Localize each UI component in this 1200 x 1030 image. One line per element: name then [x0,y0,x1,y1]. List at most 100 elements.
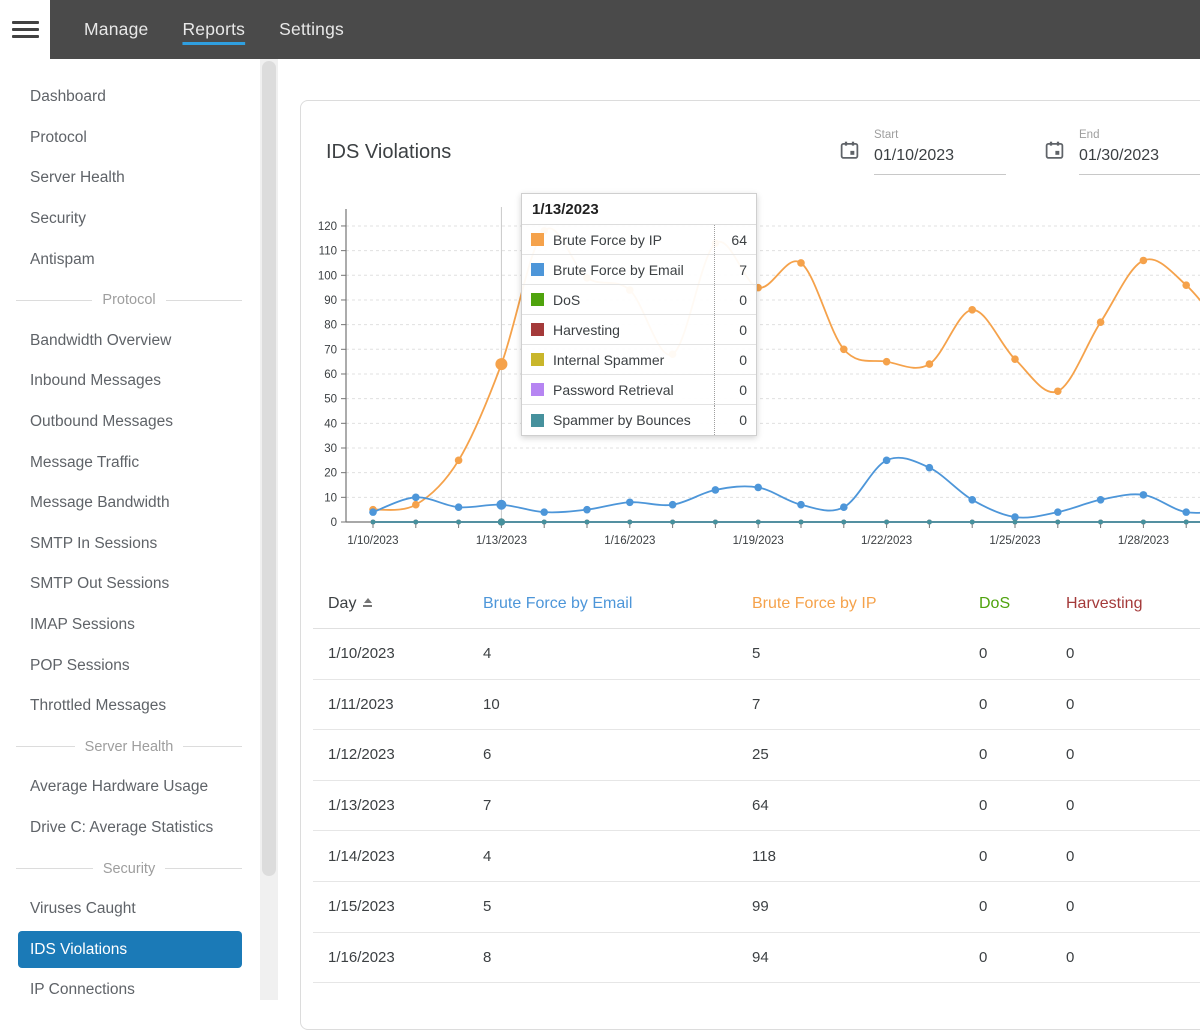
tooltip-row: Brute Force by IP 64 [522,225,756,255]
data-point [968,306,976,314]
table-cell-value: 0 [979,948,988,966]
sidebar-item-throttled-messages[interactable]: Throttled Messages [0,686,258,727]
hamburger-menu-icon[interactable] [11,17,39,42]
sidebar-item-average-hardware-usage[interactable]: Average Hardware Usage [0,767,258,808]
end-date-input[interactable]: 01/30/2023 [1079,147,1200,165]
legend-swatch-icon [531,233,544,246]
table-cell-day: 1/12/2023 [328,746,395,764]
data-point [925,463,934,472]
table-cell-value: 7 [752,695,761,713]
start-date-input[interactable]: 01/10/2023 [874,147,1006,165]
sidebar-scrollbar-thumb[interactable] [262,61,276,876]
hamburger-box [0,0,50,59]
ids-violations-table: Day Brute Force by Email Brute Force by IP… [313,579,1200,984]
report-card: IDS Violations Start 01/10/2023 End 01/3… [300,100,1200,1030]
table-header-dos[interactable]: DoS [964,595,1051,613]
svg-text:120: 120 [318,221,337,233]
sidebar-item-bandwidth-overview[interactable]: Bandwidth Overview [0,321,258,362]
tooltip-series-value: 7 [714,255,756,284]
sidebar-item-antispam[interactable]: Antispam [0,239,258,280]
table-cell-value: 0 [1066,948,1075,966]
data-point [1183,519,1189,525]
sidebar-item-outbound-messages[interactable]: Outbound Messages [0,402,258,443]
data-point [1139,256,1148,265]
data-point [1054,508,1062,516]
data-point [369,508,377,516]
table-cell-value: 25 [752,746,769,764]
sidebar-item-ip-connections[interactable]: IP Connections [0,970,258,1011]
legend-swatch-icon [531,293,544,306]
sidebar-item-server-health[interactable]: Server Health [0,158,258,199]
start-date-label: Start [874,129,899,141]
table-cell-value: 0 [1066,797,1075,815]
sidebar-item-drive-c-average-statistics[interactable]: Drive C: Average Statistics [0,808,258,849]
sidebar-item-message-traffic[interactable]: Message Traffic [0,442,258,483]
data-point [412,500,420,509]
data-point [670,519,675,525]
sidebar-item-inbound-messages[interactable]: Inbound Messages [0,361,258,402]
table-cell-value: 0 [1066,746,1075,764]
data-point [413,519,419,525]
tooltip-row: Spammer by Bounces 0 [522,405,756,435]
table-cell-value: 94 [752,948,769,966]
sidebar-item-smtp-out-sessions[interactable]: SMTP Out Sessions [0,564,258,605]
end-date-picker: End 01/30/2023 [1044,129,1200,175]
topbar: Manage Reports Settings [50,0,1200,59]
svg-text:1/22/2023: 1/22/2023 [861,535,912,547]
table-header-row: Day Brute Force by Email Brute Force by IP… [313,579,1200,629]
data-point [1139,491,1148,499]
sidebar-item-smtp-in-sessions[interactable]: SMTP In Sessions [0,524,258,565]
tooltip-row: DoS 0 [522,285,756,315]
table-cell-value: 0 [1066,898,1075,916]
sidebar-section-protocol: Protocol [0,280,258,321]
sidebar-item-imap-sessions[interactable]: IMAP Sessions [0,605,258,646]
tooltip-date: 1/13/2023 [522,194,756,225]
data-point [1182,281,1190,289]
calendar-icon[interactable] [839,139,860,161]
table-row: 1/13/2023 7 64 0 0 [313,781,1200,832]
data-point [1012,519,1018,525]
svg-text:1/16/2023: 1/16/2023 [604,535,655,547]
data-point [840,503,848,511]
sidebar-scrollbar-track [260,59,278,1000]
sidebar-item-message-bandwidth[interactable]: Message Bandwidth [0,483,258,524]
data-point [370,519,376,525]
tooltip-series-value: 64 [714,225,756,254]
data-point [798,519,804,525]
sidebar-item-security[interactable]: Security [0,199,258,240]
sidebar-item-viruses-caught[interactable]: Viruses Caught [0,889,258,930]
start-date-picker: Start 01/10/2023 [839,129,1006,175]
sidebar-nav: Dashboard Protocol Server Health Security An… [0,77,258,1011]
topbar-tab-manage[interactable]: Manage [84,19,148,40]
data-point [627,519,633,525]
data-point [840,345,848,354]
table-header-brute-force-by-email[interactable]: Brute Force by Email [468,595,737,613]
table-cell-value: 0 [979,847,988,865]
table-header-day[interactable]: Day [313,595,468,613]
svg-text:10: 10 [324,492,337,504]
table-cell-value: 99 [752,898,769,916]
calendar-icon[interactable] [1044,139,1065,161]
data-point [454,456,463,465]
topbar-tab-reports[interactable]: Reports [182,19,245,40]
sidebar-item-protocol[interactable]: Protocol [0,118,258,159]
data-point [1182,508,1190,516]
table-header-harvesting[interactable]: Harvesting [1051,595,1200,613]
table-row: 1/15/2023 5 99 0 0 [313,882,1200,933]
tooltip-row: Password Retrieval 0 [522,375,756,405]
data-point [925,360,934,368]
svg-text:70: 70 [324,344,337,356]
topbar-tab-settings[interactable]: Settings [279,19,344,40]
sidebar-item-dashboard[interactable]: Dashboard [0,77,258,118]
data-point [711,486,720,494]
table-cell-value: 7 [483,797,492,815]
sidebar-item-ids-violations[interactable]: IDS Violations [18,931,242,969]
table-header-brute-force-by-ip[interactable]: Brute Force by IP [737,595,964,613]
tooltip-series-label: Spammer by Bounces [553,412,691,428]
data-point [884,519,889,525]
data-point [497,518,505,526]
sidebar-item-pop-sessions[interactable]: POP Sessions [0,645,258,686]
tooltip-row: Harvesting 0 [522,315,756,345]
svg-text:30: 30 [324,443,337,455]
svg-text:110: 110 [319,246,337,258]
